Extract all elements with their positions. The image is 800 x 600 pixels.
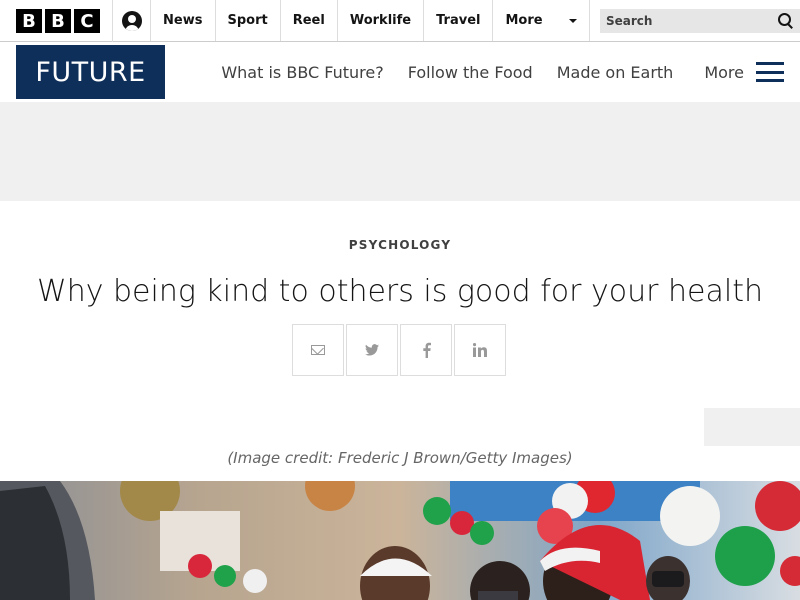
topnav-news[interactable]: News — [151, 0, 216, 41]
article-headline: Why being kind to others is good for you… — [37, 274, 763, 309]
share-facebook-button[interactable] — [400, 324, 452, 376]
future-nav: What is BBC Future? Follow the Food Made… — [197, 62, 784, 82]
topnav-reel[interactable]: Reel — [281, 0, 338, 41]
future-nav-what-is[interactable]: What is BBC Future? — [221, 63, 383, 82]
ad-banner — [0, 102, 800, 201]
bbc-logo-letter: B — [45, 9, 71, 33]
menu-line — [756, 70, 784, 74]
topnav-more-button[interactable]: More — [493, 0, 590, 41]
topnav-sport[interactable]: Sport — [216, 0, 281, 41]
share-linkedin-button[interactable] — [454, 324, 506, 376]
search-area: Search — [590, 0, 800, 41]
future-nav-follow-the-food[interactable]: Follow the Food — [408, 63, 533, 82]
future-nav-made-on-earth[interactable]: Made on Earth — [557, 63, 674, 82]
linkedin-icon — [473, 343, 487, 357]
search-placeholder: Search — [606, 13, 653, 28]
bbc-logo[interactable]: B B C — [0, 0, 113, 42]
twitter-icon — [365, 344, 379, 356]
menu-line — [756, 62, 784, 65]
chevron-down-icon — [569, 18, 577, 23]
topnav-worklife[interactable]: Worklife — [338, 0, 425, 41]
account-button[interactable] — [113, 0, 152, 41]
bbc-logo-letter: C — [74, 9, 100, 33]
hamburger-menu-icon[interactable] — [756, 62, 784, 82]
share-email-button[interactable] — [292, 324, 344, 376]
search-input[interactable]: Search — [600, 8, 800, 33]
search-icon[interactable] — [778, 12, 794, 29]
bbc-top-bar: B B C News Sport Reel Worklife Travel Mo… — [0, 0, 800, 42]
future-more-link[interactable]: More — [704, 63, 744, 82]
facebook-icon — [422, 342, 431, 358]
hero-image — [0, 481, 800, 600]
share-bar — [292, 324, 506, 376]
topnav-travel[interactable]: Travel — [424, 0, 494, 41]
email-icon — [311, 345, 325, 355]
image-credit: (Image credit: Frederic J Brown/Getty Im… — [227, 449, 573, 467]
hero-photo — [0, 481, 800, 600]
future-header: FUTURE What is BBC Future? Follow the Fo… — [0, 42, 800, 102]
menu-line — [756, 79, 784, 82]
topnav-more-label: More — [505, 13, 543, 28]
side-panel-placeholder — [704, 408, 800, 446]
bbc-logo-letter: B — [16, 9, 42, 33]
article-category[interactable]: PSYCHOLOGY — [0, 238, 800, 252]
future-logo[interactable]: FUTURE — [16, 45, 165, 99]
share-twitter-button[interactable] — [346, 324, 398, 376]
account-icon — [121, 10, 142, 31]
